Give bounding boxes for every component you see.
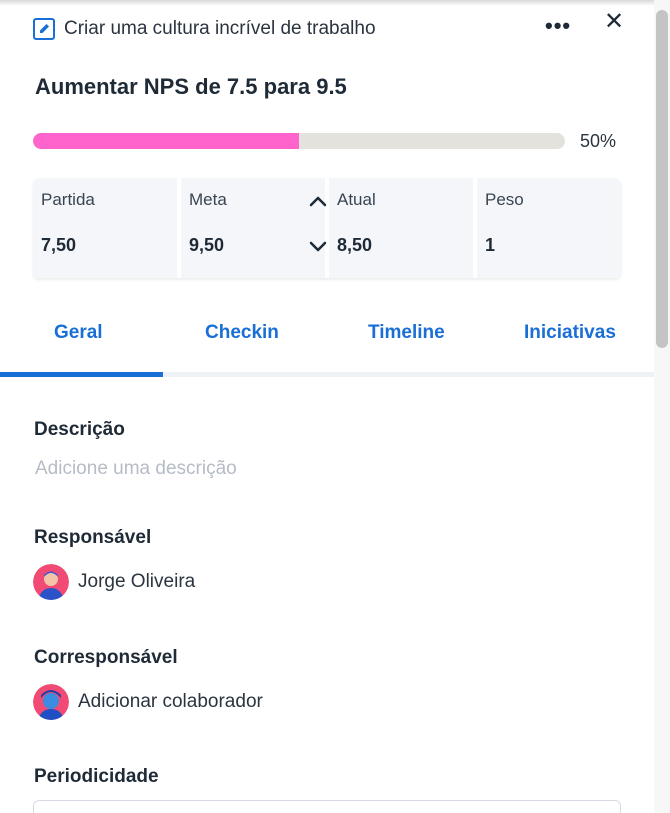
- metric-start-value: 7,50: [41, 235, 77, 255]
- avatar: [33, 684, 69, 720]
- tab-timeline[interactable]: Timeline: [368, 322, 445, 344]
- metric-current[interactable]: Atual 8,50: [329, 178, 473, 278]
- edit-square-icon[interactable]: [33, 18, 55, 40]
- add-collaborator-button[interactable]: Adicionar colaborador: [33, 684, 263, 720]
- periodicity-label: Periodicidade: [34, 766, 159, 787]
- top-shadow: [0, 0, 670, 6]
- owner-label: Responsável: [34, 527, 152, 548]
- progress-bar: [33, 133, 565, 149]
- periodicity-select[interactable]: [33, 800, 621, 813]
- key-result-title: Aumentar NPS de 7.5 para 9.5: [35, 74, 347, 99]
- active-tab-indicator: [0, 372, 163, 377]
- owner-row[interactable]: Jorge Oliveira: [33, 564, 195, 600]
- description-input[interactable]: Adicione uma descrição: [35, 458, 237, 480]
- scrollbar-thumb[interactable]: [656, 10, 668, 348]
- metrics-panel: Partida 7,50 Meta 9,50 Atual 8,50 Peso 1: [33, 178, 621, 278]
- close-icon[interactable]: ✕: [604, 10, 624, 34]
- chevron-down-icon[interactable]: [309, 240, 327, 254]
- more-options-icon[interactable]: •••: [545, 15, 571, 37]
- progress-percent: 50%: [580, 131, 617, 151]
- metric-weight[interactable]: Peso 1: [477, 178, 621, 278]
- description-label: Descrição: [34, 419, 125, 440]
- add-collaborator-label: Adicionar colaborador: [78, 691, 263, 712]
- owner-name: Jorge Oliveira: [78, 571, 196, 592]
- coowner-label: Corresponsável: [34, 647, 178, 668]
- tab-geral[interactable]: Geral: [54, 322, 103, 344]
- scrollbar[interactable]: [654, 0, 670, 813]
- tab-iniciativas[interactable]: Iniciativas: [524, 322, 616, 344]
- objective-title-link[interactable]: Criar uma cultura incrível de trabalho: [64, 18, 376, 40]
- tab-checkin[interactable]: Checkin: [205, 322, 279, 344]
- metric-start[interactable]: Partida 7,50: [33, 178, 177, 278]
- panel-header: Criar uma cultura incrível de trabalho: [33, 14, 633, 44]
- tab-bar: Geral Checkin Timeline Iniciativas: [0, 300, 654, 377]
- metric-target-label: Meta: [189, 190, 227, 209]
- metric-current-value: 8,50: [337, 235, 373, 255]
- metric-start-label: Partida: [41, 190, 95, 209]
- metric-target-value: 9,50: [189, 235, 225, 255]
- metric-target[interactable]: Meta 9,50: [181, 178, 327, 278]
- metric-weight-label: Peso: [485, 190, 524, 209]
- progress-bar-fill: [33, 133, 299, 149]
- avatar: [33, 564, 69, 600]
- metric-current-label: Atual: [337, 190, 376, 209]
- chevron-up-icon[interactable]: [309, 194, 327, 208]
- metric-weight-value: 1: [485, 235, 496, 255]
